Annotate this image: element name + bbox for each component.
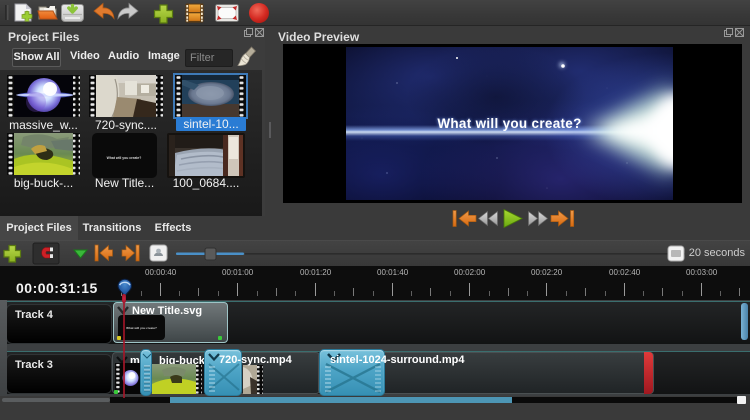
svg-text:What will you create?: What will you create? xyxy=(126,326,157,330)
svg-text:What will you create?: What will you create? xyxy=(107,156,142,160)
